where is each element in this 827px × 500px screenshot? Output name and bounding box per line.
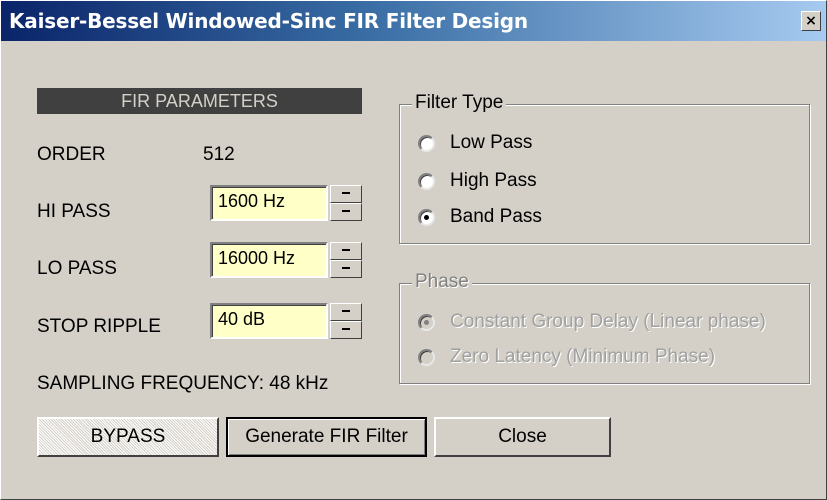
title-bar[interactable]: Kaiser-Bessel Windowed-Sinc FIR Filter D… [1,1,826,41]
generate-fir-filter-button[interactable]: Generate FIR Filter [226,417,427,457]
window-title: Kaiser-Bessel Windowed-Sinc FIR Filter D… [9,9,528,33]
low-pass-radio[interactable] [418,135,435,152]
phase-group [399,283,810,384]
order-value: 512 [203,144,235,165]
spin-up-icon[interactable] [330,303,362,321]
spin-up-icon[interactable] [330,242,362,260]
linear-phase-radio[interactable] [418,314,435,331]
order-label: ORDER [37,144,106,165]
radio-selected-dot-icon [424,320,429,325]
minimum-phase-radio[interactable] [418,349,435,366]
high-pass-radio[interactable] [418,173,435,190]
stop-ripple-label: STOP RIPPLE [37,316,161,337]
linear-phase-label[interactable]: Constant Group Delay (Linear phase) [450,311,766,333]
band-pass-radio[interactable] [418,209,435,226]
close-button[interactable]: Close [434,417,611,457]
radio-selected-dot-icon [424,215,429,220]
hi-pass-label: HI PASS [37,201,111,222]
lo-pass-label: LO PASS [37,258,117,279]
stop-ripple-spinner[interactable] [330,303,362,339]
lo-pass-input[interactable]: 16000 Hz [210,242,328,278]
close-icon: × [805,13,817,29]
band-pass-label[interactable]: Band Pass [450,206,542,228]
high-pass-label[interactable]: High Pass [450,170,537,192]
fir-parameters-header: FIR PARAMETERS [37,88,362,114]
stop-ripple-input[interactable]: 40 dB [210,303,328,339]
hi-pass-input[interactable]: 1600 Hz [210,185,328,221]
spin-up-icon[interactable] [330,185,362,203]
minimum-phase-label[interactable]: Zero Latency (Minimum Phase) [450,346,715,368]
sampling-frequency-label: SAMPLING FREQUENCY: 48 kHz [37,373,329,394]
fir-design-dialog: Kaiser-Bessel Windowed-Sinc FIR Filter D… [0,0,827,500]
close-window-button[interactable]: × [801,11,821,31]
bypass-button[interactable]: BYPASS [37,417,219,457]
phase-title: Phase [412,271,472,293]
spin-down-icon[interactable] [330,203,362,221]
hi-pass-spinner[interactable] [330,185,362,221]
filter-type-title: Filter Type [412,92,507,114]
low-pass-label[interactable]: Low Pass [450,132,532,154]
spin-down-icon[interactable] [330,321,362,339]
spin-down-icon[interactable] [330,260,362,278]
lo-pass-spinner[interactable] [330,242,362,278]
